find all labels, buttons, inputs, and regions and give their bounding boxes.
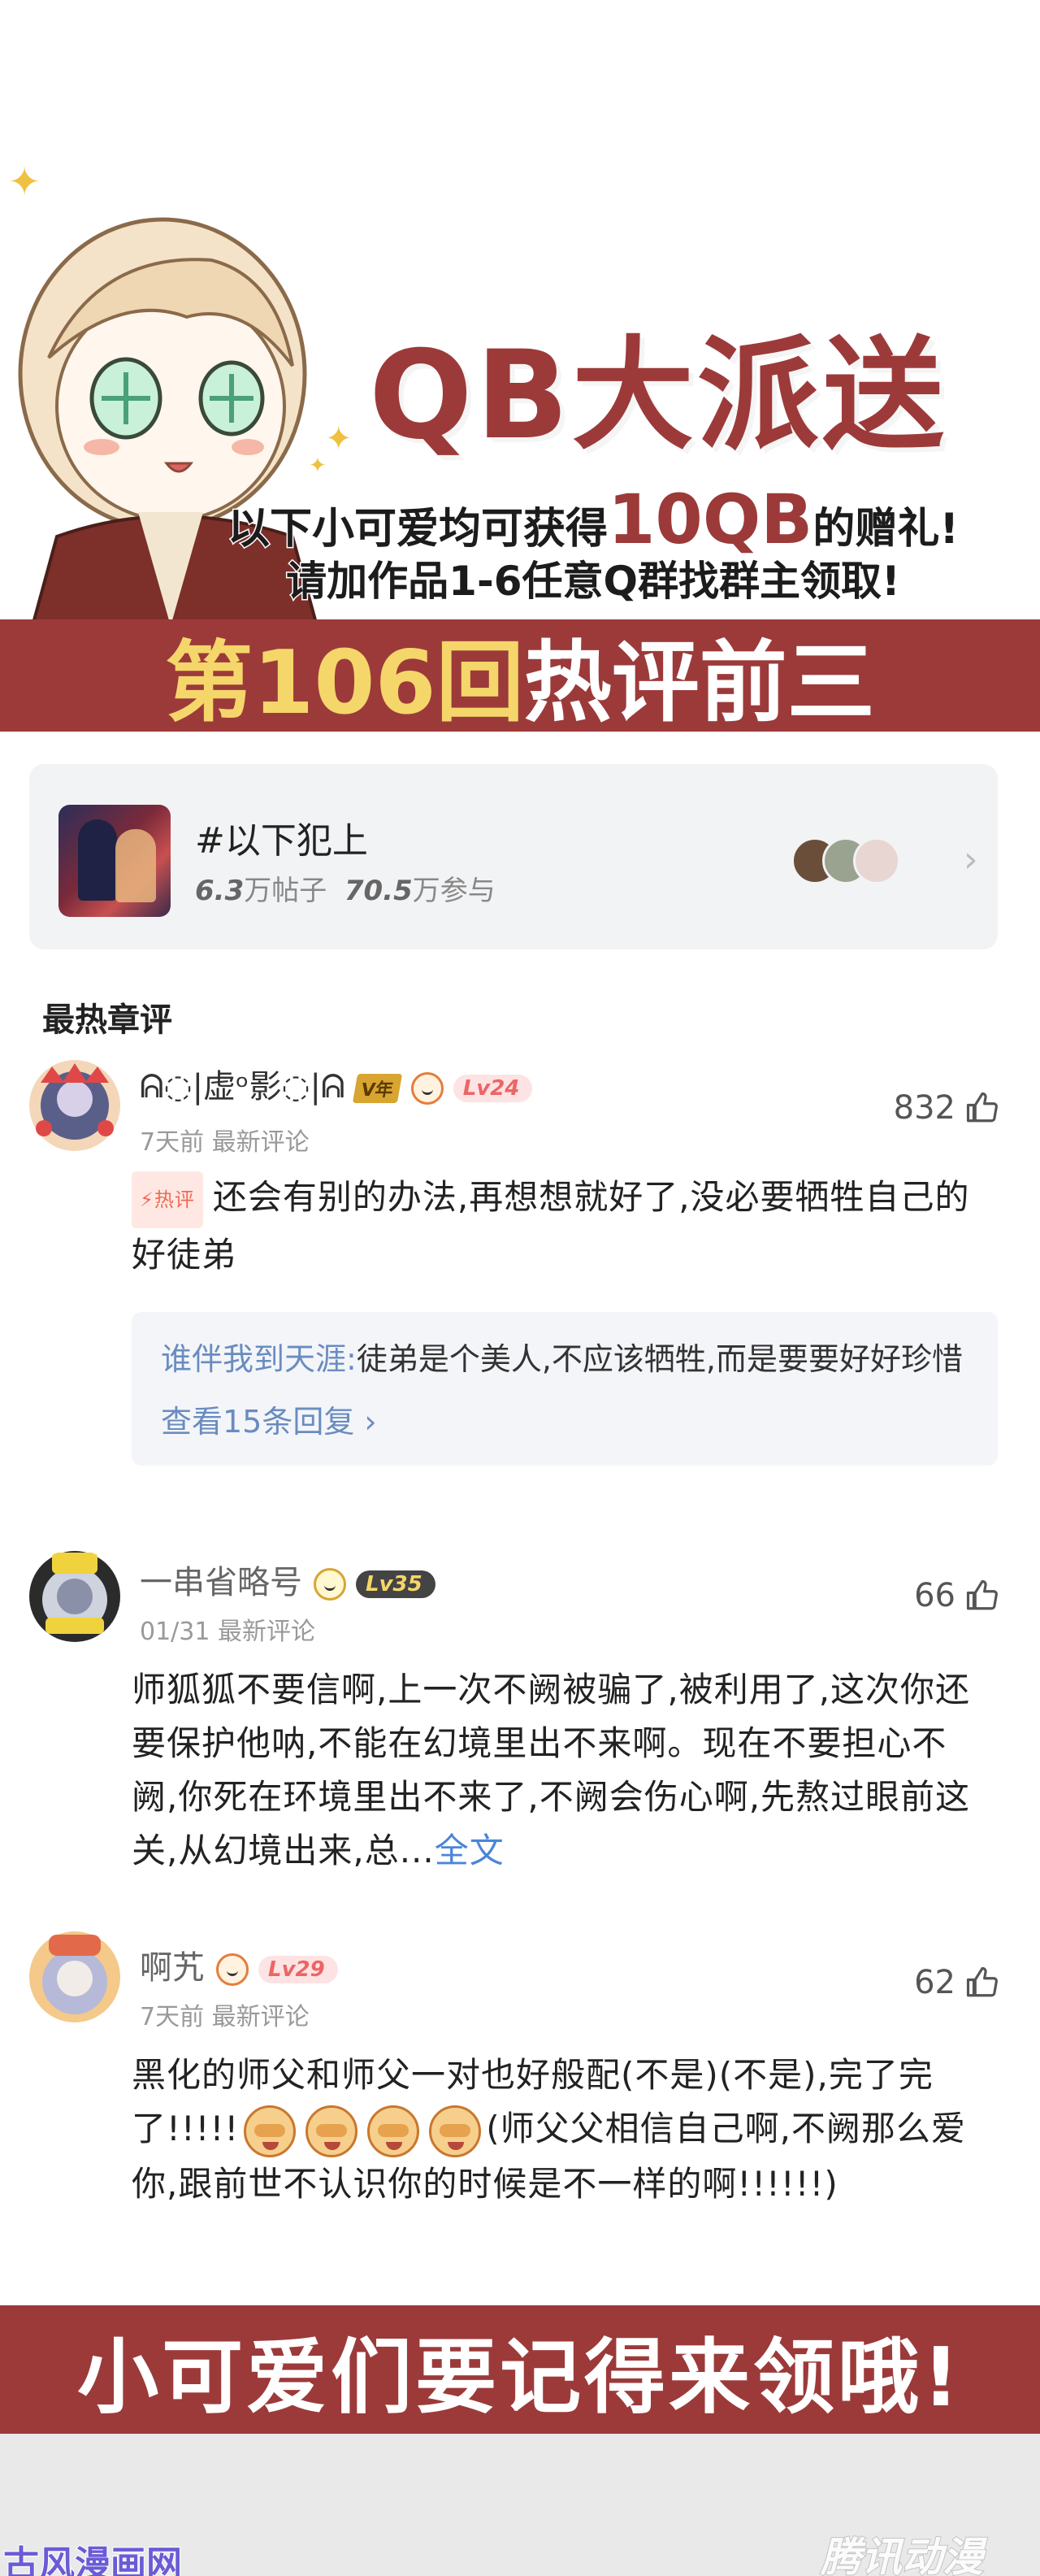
sparkle-icon: ✦: [8, 159, 41, 205]
like-button[interactable]: 62: [914, 1964, 999, 2001]
facepalm-emoji-icon: [306, 2105, 358, 2157]
like-count: 62: [914, 1964, 956, 2001]
posts-count: 6.3: [195, 875, 245, 907]
reminder-band: 小可爱们要记得来领哦!: [0, 2305, 1040, 2434]
author-name[interactable]: 一串省略号: [140, 1564, 302, 1601]
avatar[interactable]: [28, 1549, 122, 1644]
participants-count: 70.5: [344, 875, 413, 907]
reply-author[interactable]: 谁伴我到天涯:: [161, 1341, 357, 1377]
comment-tag: 最新评论: [211, 1128, 310, 1157]
episode-caption: 热评前三: [523, 632, 875, 734]
comment-text: ⚡热评 还会有别的办法,再想想就好了,没必要牺牲自己的好徒弟: [132, 1171, 993, 1282]
view-replies-link[interactable]: 查看15条回复 ›: [161, 1397, 968, 1441]
level-crown-icon: [314, 1568, 346, 1601]
banner-instruction: 请加作品1-6任意Q群找群主领取!: [285, 557, 902, 606]
comment-body: 师狐狐不要信啊,上一次不阙被骗了,被利用了,这次你还要保护他呐,不能在幻境里出不…: [132, 1670, 971, 1870]
comment-body: 还会有别的办法,再想想就好了,没必要牺牲自己的好徒弟: [132, 1177, 970, 1275]
banner-reward-line: 以下小可爱均可获得10QB的赠礼!: [162, 478, 1024, 562]
topic-card[interactable]: #以下犯上 6.3万帖子 70.5万参与 ›: [29, 764, 998, 949]
episode-band: 第106回 热评前三: [0, 619, 1040, 734]
comment-time: 7天前: [140, 2003, 205, 2031]
comment-tag: 最新评论: [218, 1618, 316, 1646]
comment-meta: 01/31 最新评论: [140, 1611, 315, 1647]
thumbs-up-icon: [965, 1966, 999, 2000]
level-badge: Lv24: [453, 1075, 533, 1102]
reminder-text: 小可爱们要记得来领哦!: [77, 2329, 963, 2425]
reply-text: 徒弟是个美人,不应该牺牲,而是要要好好珍惜: [356, 1341, 963, 1377]
avatar[interactable]: [28, 1930, 122, 2024]
episode-number: 第106回: [165, 632, 524, 734]
topic-cover-image: [58, 805, 171, 917]
section-title: 最热章评: [42, 1001, 172, 1039]
banner-title: QB大派送: [366, 323, 947, 469]
level-face-icon: [216, 1953, 249, 1986]
reply-preview[interactable]: 谁伴我到天涯:徒弟是个美人,不应该牺牲,而是要要好好珍惜 查看15条回复 ›: [132, 1312, 998, 1466]
comment-tag: 最新评论: [211, 2003, 310, 2031]
thumbs-up-icon: [965, 1091, 999, 1125]
comment-author[interactable]: 啊艽 Lv29: [140, 1941, 338, 1988]
topic-stats: 6.3万帖子 70.5万参与: [195, 868, 496, 908]
comment-author[interactable]: ᕱ◌|虚ᵒ影◌|ᕱ V年 Lv24: [140, 1060, 533, 1107]
like-button[interactable]: 832: [894, 1089, 999, 1127]
facepalm-emoji-icon: [429, 2105, 482, 2157]
level-face-icon: [410, 1072, 444, 1105]
topic-name: #以下犯上: [195, 820, 368, 862]
promo-banner: ✦ ✦ ✦ QB大派送 以下小可爱均可获得10QB的赠礼! 请加作品1-6任意Q…: [0, 0, 1040, 734]
thumbs-up-icon: [965, 1579, 999, 1613]
like-count: 66: [914, 1577, 956, 1614]
participant-avatars: [791, 837, 900, 886]
comment-time: 01/31: [140, 1618, 210, 1646]
comment-author[interactable]: 一串省略号 Lv35: [140, 1556, 436, 1603]
reward-suffix: 的赠礼!: [812, 504, 960, 555]
author-name[interactable]: ᕱ◌|虚ᵒ影◌|ᕱ: [140, 1068, 345, 1106]
hot-comment-tag: ⚡热评: [132, 1171, 203, 1228]
comment-meta: 7天前 最新评论: [140, 1122, 310, 1158]
posts-label: 万帖子: [244, 875, 327, 907]
comment-text: 师狐狐不要信啊,上一次不阙被骗了,被利用了,这次你还要保护他呐,不能在幻境里出不…: [132, 1663, 993, 1878]
avatar[interactable]: [28, 1058, 122, 1153]
site-watermark: 古风漫画网: [2, 2543, 183, 2576]
like-count: 832: [893, 1089, 956, 1127]
comment-text: 黑化的师父和师父一对也好般配(不是)(不是),完了完了!!!!! (师父父相信自己…: [132, 2048, 993, 2211]
comment-time: 7天前: [140, 1128, 205, 1157]
level-badge: Lv29: [258, 1956, 338, 1983]
vip-badge: V年: [352, 1074, 402, 1103]
read-more-link[interactable]: 全文: [435, 1831, 505, 1870]
platform-watermark: 腾讯动漫: [820, 2533, 984, 2576]
facepalm-emoji-icon: [367, 2105, 420, 2157]
chevron-right-icon[interactable]: ›: [964, 839, 978, 880]
reward-amount: 10QB: [605, 478, 814, 562]
facepalm-emoji-icon: [244, 2105, 297, 2157]
avatar: [853, 837, 900, 884]
author-name[interactable]: 啊艽: [140, 1949, 205, 1987]
reply-line: 谁伴我到天涯:徒弟是个美人,不应该牺牲,而是要要好好珍惜: [161, 1336, 968, 1382]
level-badge: Lv35: [356, 1570, 436, 1598]
comment-meta: 7天前 最新评论: [140, 1996, 310, 2032]
reward-prefix: 以下小可爱均可获得: [226, 504, 609, 555]
participants-label: 万参与: [412, 875, 496, 907]
like-button[interactable]: 66: [914, 1577, 999, 1614]
